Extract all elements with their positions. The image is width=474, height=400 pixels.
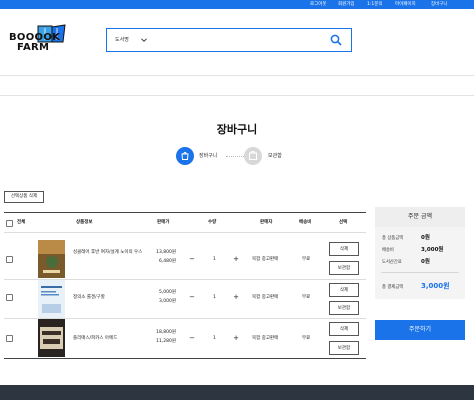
summary-label: 도서산간료 [382,260,402,265]
decrease-quantity-button[interactable]: − [188,255,196,263]
product-title[interactable]: 정의소 룰겐/구할 [73,294,105,301]
delete-selected-button[interactable]: 선택상품 삭제 [4,191,44,203]
seller-name: 북팜 중고판매 [252,257,279,262]
increase-quantity-button[interactable]: + [232,334,240,342]
nav-inquiry-link[interactable]: 1:1문의 [367,1,383,8]
column-header-shipping: 배송비 [299,220,312,225]
nav-cart-link[interactable]: 장바구니 [431,1,448,8]
book-cover-image[interactable] [38,240,65,278]
header-divider [0,75,474,76]
row-checkbox[interactable] [6,256,13,263]
product-title[interactable]: 플리매스/파카스 아메드 [73,335,117,342]
delete-item-button[interactable]: 삭제 [329,242,359,256]
summary-value: 3,000원 [421,247,444,253]
header-divider [0,95,474,96]
order-summary-panel: 총 상품금액 0원 배송비 3,000원 도서산간료 0원 총 결제금액 3,0… [375,227,465,299]
shipping-fee: 무료 [302,257,311,262]
column-header-product: 상품정보 [76,220,93,225]
step-cart[interactable] [176,147,194,165]
nav-mypage-link[interactable]: 마이페이지 [395,1,416,8]
nav-logout-link[interactable]: 로그아웃 [310,1,327,8]
select-all-checkbox[interactable] [6,220,13,227]
increase-quantity-button[interactable]: + [232,255,240,263]
search-category-select[interactable]: 도서명 [115,35,129,45]
product-sale-price: 11,280원 [156,339,176,344]
order-summary-title: 주문 금액 [375,207,465,227]
table-header-divider [4,232,366,233]
step-archive[interactable] [244,147,262,165]
page-title: 장바구니 [216,123,258,136]
product-sale-price: 3,000원 [158,299,176,304]
increase-quantity-button[interactable]: + [232,293,240,301]
row-checkbox[interactable] [6,294,13,301]
table-bottom-border [4,358,366,359]
column-header-price: 판매가 [157,220,170,225]
book-cover-image[interactable] [38,280,65,318]
column-header-quantity: 수량 [208,220,217,225]
summary-divider [381,272,459,273]
seller-name: 북팜 중고판매 [252,295,279,300]
decrease-quantity-button[interactable]: − [188,334,196,342]
decrease-quantity-button[interactable]: − [188,293,196,301]
search-input[interactable] [153,33,323,47]
archive-icon [249,151,257,160]
product-price: 18,800원 [156,330,176,335]
column-header-select: 선택 [339,220,348,225]
chevron-down-icon[interactable] [140,36,148,44]
summary-label: 배송비 [382,248,394,253]
shipping-fee: 무료 [302,336,311,341]
search-icon[interactable] [330,34,342,46]
quantity-value[interactable]: 1 [213,294,216,301]
summary-label: 총 상품금액 [382,236,404,241]
column-header-all: 전체 [17,220,26,225]
move-to-archive-button[interactable]: 보관함 [329,301,359,315]
top-nav-bar: 로그아웃 회원가입 1:1문의 마이페이지 장바구니 [0,0,474,9]
site-logo[interactable]: BOOOOK FARM [8,24,66,54]
delete-item-button[interactable]: 삭제 [329,322,359,336]
book-cover-image[interactable] [38,319,65,357]
table-top-border [4,212,366,213]
order-button[interactable]: 주문하기 [375,320,465,340]
column-header-seller: 판매자 [260,220,273,225]
summary-value: 0원 [421,235,430,241]
move-to-archive-button[interactable]: 보관함 [329,261,359,275]
page-footer [0,385,474,400]
row-checkbox[interactable] [6,335,13,342]
seller-name: 북팜 중고판매 [252,336,279,341]
product-price: 5,000원 [158,290,176,295]
quantity-value[interactable]: 1 [213,335,216,342]
summary-value: 0원 [421,259,430,265]
search-bar: 도서명 [106,28,352,52]
total-label: 총 결제금액 [382,285,404,290]
product-sale-price: 6,480원 [158,259,176,264]
product-title[interactable]: 싱클레어 후반 여자/설계 노이의 우스 [73,250,147,257]
move-to-archive-button[interactable]: 보관함 [329,341,359,355]
delete-item-button[interactable]: 삭제 [329,283,359,297]
logo-text-line2: FARM [17,42,50,53]
total-value: 3,000원 [421,282,450,290]
quantity-value[interactable]: 1 [213,256,216,263]
nav-signup-link[interactable]: 회원가입 [338,1,355,8]
step-archive-label: 보관함 [268,153,282,159]
shipping-fee: 무료 [302,295,311,300]
step-cart-label: 장바구니 [199,153,218,159]
product-price: 13,800원 [156,250,176,255]
step-connector [226,156,244,157]
cart-icon [181,151,189,160]
